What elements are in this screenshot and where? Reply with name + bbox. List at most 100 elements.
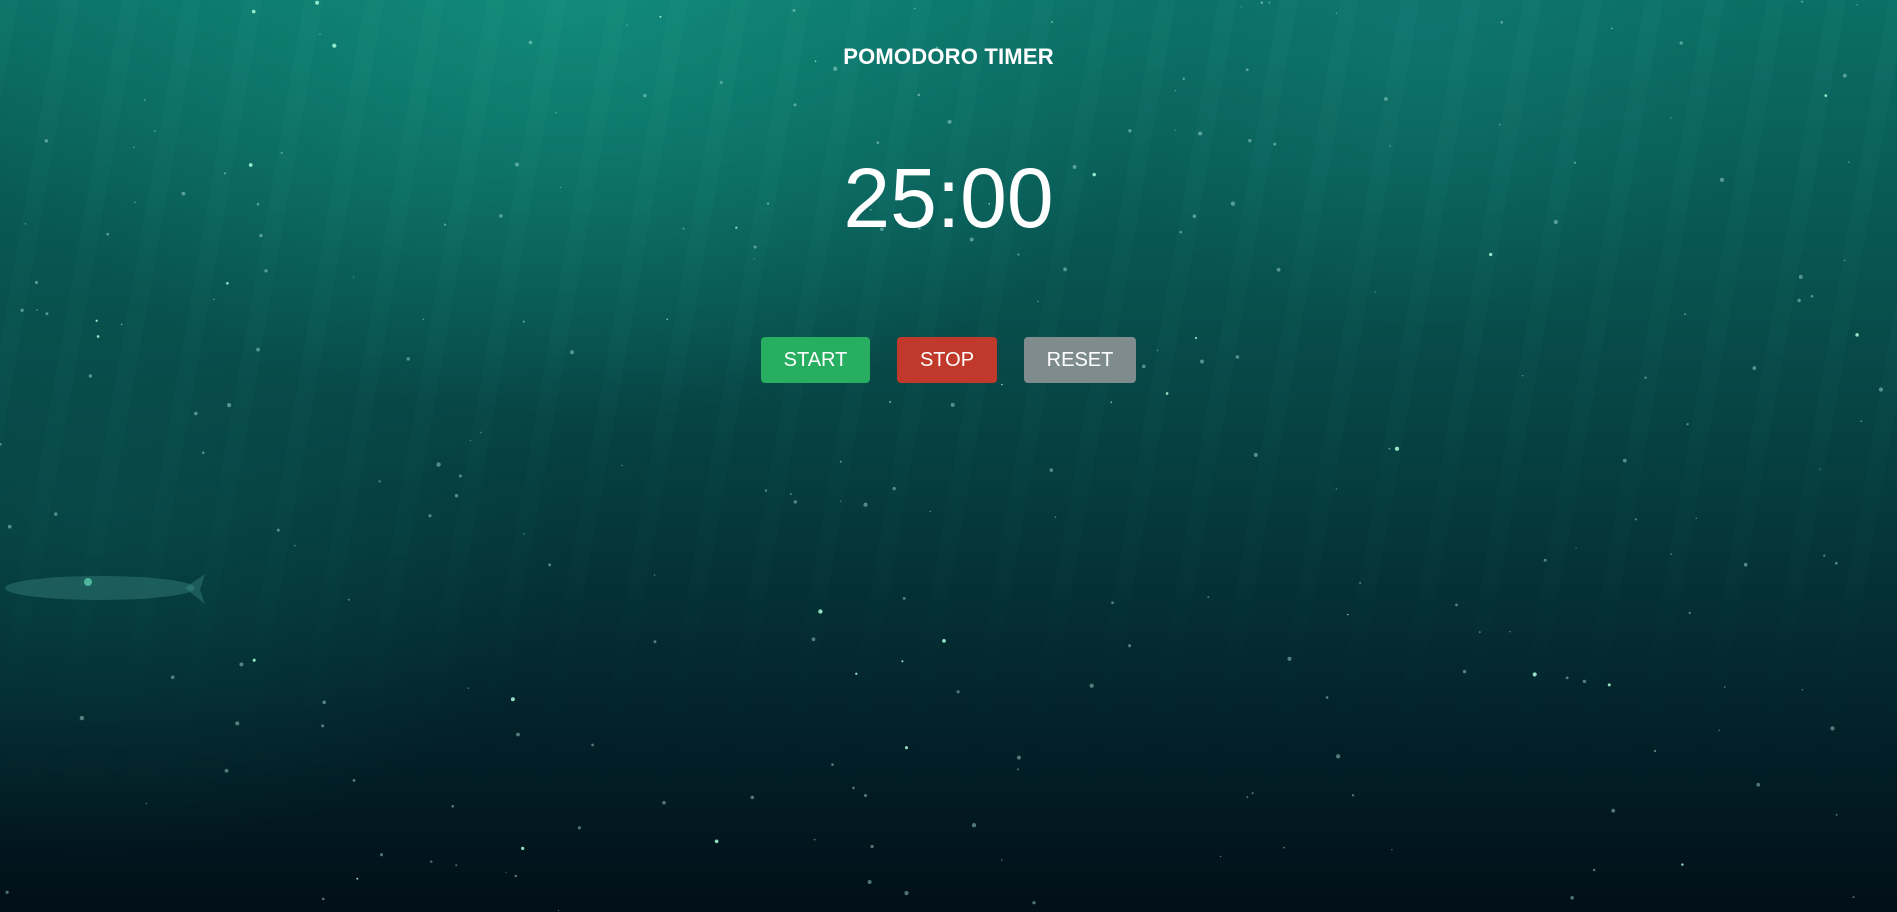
particle	[251, 9, 256, 14]
particle	[1198, 131, 1203, 136]
particle	[1347, 613, 1349, 616]
particle	[1017, 253, 1020, 256]
particle	[902, 596, 906, 600]
particle	[1253, 452, 1258, 457]
particle	[1834, 561, 1838, 565]
particle	[378, 480, 381, 483]
particle	[467, 687, 470, 689]
particle	[514, 874, 518, 878]
particle	[1830, 726, 1835, 731]
particle	[1622, 458, 1627, 463]
particle	[1207, 596, 1210, 599]
particle	[521, 846, 525, 851]
particle	[1351, 794, 1355, 797]
particle	[143, 99, 146, 101]
particle	[1017, 768, 1020, 771]
particle	[1798, 274, 1803, 279]
particle	[792, 8, 796, 13]
particle	[1860, 420, 1862, 422]
particle	[1335, 754, 1341, 759]
particle	[1359, 581, 1362, 584]
particle	[252, 658, 256, 662]
particle	[1686, 423, 1689, 426]
particle	[1509, 630, 1511, 633]
particle	[510, 697, 515, 702]
particle	[516, 732, 520, 737]
start-button[interactable]: START	[761, 337, 870, 383]
particle	[120, 323, 123, 326]
particle	[1174, 129, 1176, 131]
particle	[523, 533, 526, 535]
particle	[45, 312, 49, 316]
particle	[1718, 729, 1721, 732]
particle	[1248, 138, 1252, 143]
particle	[213, 298, 215, 301]
timer-controls: START STOP RESET	[0, 337, 1897, 383]
particle	[863, 793, 868, 798]
particle	[1575, 547, 1577, 549]
particle	[1835, 813, 1838, 816]
particle	[1498, 123, 1501, 126]
particle	[44, 139, 49, 143]
particle	[719, 81, 723, 84]
particle	[1391, 849, 1393, 851]
particle	[855, 672, 858, 675]
particle	[1050, 20, 1054, 24]
particle	[1607, 683, 1611, 687]
particle	[1611, 27, 1613, 30]
particle	[1174, 89, 1177, 92]
particle	[1856, 3, 1858, 6]
particle	[888, 400, 892, 404]
particle	[0, 442, 2, 446]
particle	[1246, 796, 1249, 799]
particle	[1489, 252, 1493, 257]
particle	[1532, 672, 1537, 677]
particle	[1823, 554, 1826, 557]
particle	[454, 494, 459, 498]
particle	[1001, 859, 1003, 861]
particle	[1688, 611, 1691, 615]
particle	[1054, 516, 1057, 518]
particle	[235, 721, 240, 726]
particle	[1219, 855, 1222, 858]
particle	[1287, 656, 1292, 661]
particle	[1240, 6, 1243, 8]
particle	[239, 662, 244, 667]
particle	[813, 838, 816, 841]
particle	[956, 690, 960, 694]
particle	[1842, 73, 1847, 78]
stop-button[interactable]: STOP	[897, 337, 997, 383]
particle	[1325, 696, 1329, 699]
particle	[1852, 896, 1855, 899]
particle	[577, 826, 581, 830]
particle	[1570, 895, 1574, 900]
particle	[1681, 863, 1684, 866]
particle	[1478, 631, 1481, 634]
particle	[764, 489, 768, 492]
particle	[1251, 792, 1254, 795]
particle	[1611, 808, 1616, 813]
particle	[5, 890, 9, 894]
particle	[904, 891, 909, 896]
reset-button[interactable]: RESET	[1024, 337, 1136, 383]
particle	[322, 700, 327, 705]
particle	[1743, 562, 1748, 567]
particle	[1565, 676, 1569, 680]
particle	[1111, 601, 1114, 605]
particle	[1394, 446, 1400, 451]
particle	[226, 402, 232, 408]
particle	[1582, 679, 1587, 684]
particle	[20, 308, 24, 313]
particle	[1455, 603, 1458, 607]
particle	[1276, 267, 1281, 272]
particle	[1128, 129, 1132, 133]
particle	[1634, 518, 1637, 521]
particle	[36, 309, 38, 311]
particle	[1670, 553, 1672, 556]
particle	[555, 112, 557, 114]
background-fish	[5, 574, 205, 604]
particle	[1388, 447, 1391, 450]
particle	[870, 844, 874, 849]
particle	[1016, 755, 1021, 760]
particle	[653, 640, 657, 644]
